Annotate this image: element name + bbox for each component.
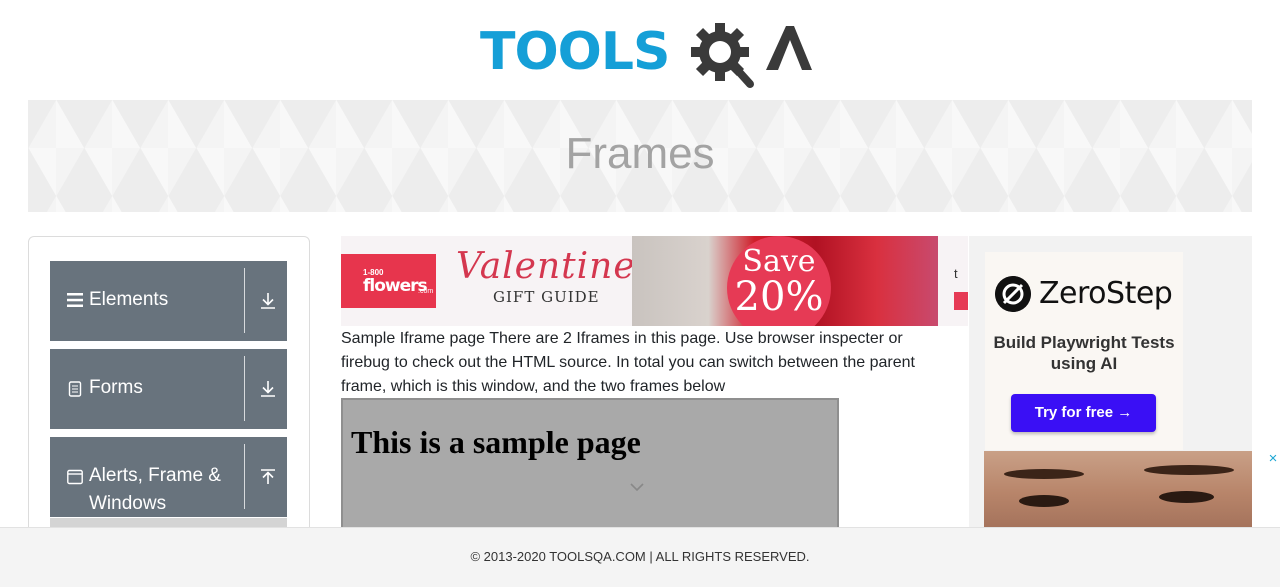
toolsqa-logo[interactable]: TOOLS xyxy=(480,14,812,92)
divider xyxy=(244,268,245,333)
zerostep-brand: ZeroStep xyxy=(1039,276,1173,311)
ad-close-icon[interactable]: × xyxy=(1266,451,1280,467)
zerostep-logo-icon xyxy=(995,276,1031,312)
browser-window-icon xyxy=(67,469,83,485)
page-title: Frames xyxy=(565,129,715,178)
sidebar-group-elements[interactable]: Elements xyxy=(50,261,287,341)
decoration xyxy=(1004,469,1084,479)
flowers-ad-banner[interactable]: 1-800 flowers .com Valentine's GIFT GUID… xyxy=(341,236,968,326)
decoration xyxy=(1144,465,1234,475)
flowers-logo-tld: .com xyxy=(418,288,434,295)
divider xyxy=(244,444,245,509)
download-arrow-icon[interactable] xyxy=(259,380,277,398)
footer: © 2013-2020 TOOLSQA.COM | ALL RIGHTS RES… xyxy=(0,527,1280,587)
chevron-down-icon[interactable] xyxy=(629,482,645,492)
gear-magnifier-icon xyxy=(691,23,812,88)
sidebar-group-label: Elements xyxy=(89,289,169,310)
ad-face-image xyxy=(984,451,1252,527)
footer-copyright: © 2013-2020 TOOLSQA.COM | ALL RIGHTS RES… xyxy=(470,549,810,564)
sidebar: Elements Forms Alerts, Frame & Windows xyxy=(28,236,310,576)
divider xyxy=(244,356,245,421)
zerostep-ad[interactable]: ZeroStep Build Playwright Tests using AI… xyxy=(969,236,1252,527)
sidebar-group-label: Forms xyxy=(89,377,143,398)
decoration xyxy=(1159,491,1214,503)
hamburger-icon xyxy=(67,293,83,307)
try-for-free-button[interactable]: Try for free → xyxy=(1011,394,1156,432)
frames-description: Sample Iframe page There are 2 Iframes i… xyxy=(341,330,915,395)
zerostep-card: ZeroStep Build Playwright Tests using AI… xyxy=(985,252,1183,450)
sidebar-group-label: Alerts, Frame & Windows xyxy=(89,465,221,514)
sidebar-group-forms[interactable]: Forms xyxy=(50,349,287,429)
document-icon xyxy=(68,381,82,397)
ad-edge-text: t xyxy=(954,266,958,281)
ad-subline: GIFT GUIDE xyxy=(493,288,600,306)
logo-tools-text: TOOLS xyxy=(480,22,670,82)
frame-heading: This is a sample page xyxy=(351,424,641,460)
page-banner: Frames xyxy=(28,100,1252,212)
download-arrow-icon[interactable] xyxy=(259,292,277,310)
sample-iframe[interactable]: This is a sample page xyxy=(341,398,839,538)
zerostep-tagline: Build Playwright Tests using AI xyxy=(993,333,1175,373)
save-badge: Save 20% xyxy=(727,236,831,326)
decoration xyxy=(1019,495,1069,507)
flowers-logo: 1-800 flowers .com xyxy=(341,254,436,308)
upload-arrow-icon[interactable] xyxy=(259,468,277,486)
sidebar-group-alerts-frame-windows[interactable]: Alerts, Frame & Windows xyxy=(50,437,287,517)
save-badge-line2: 20% xyxy=(734,274,824,320)
ad-edge-button xyxy=(954,292,968,310)
